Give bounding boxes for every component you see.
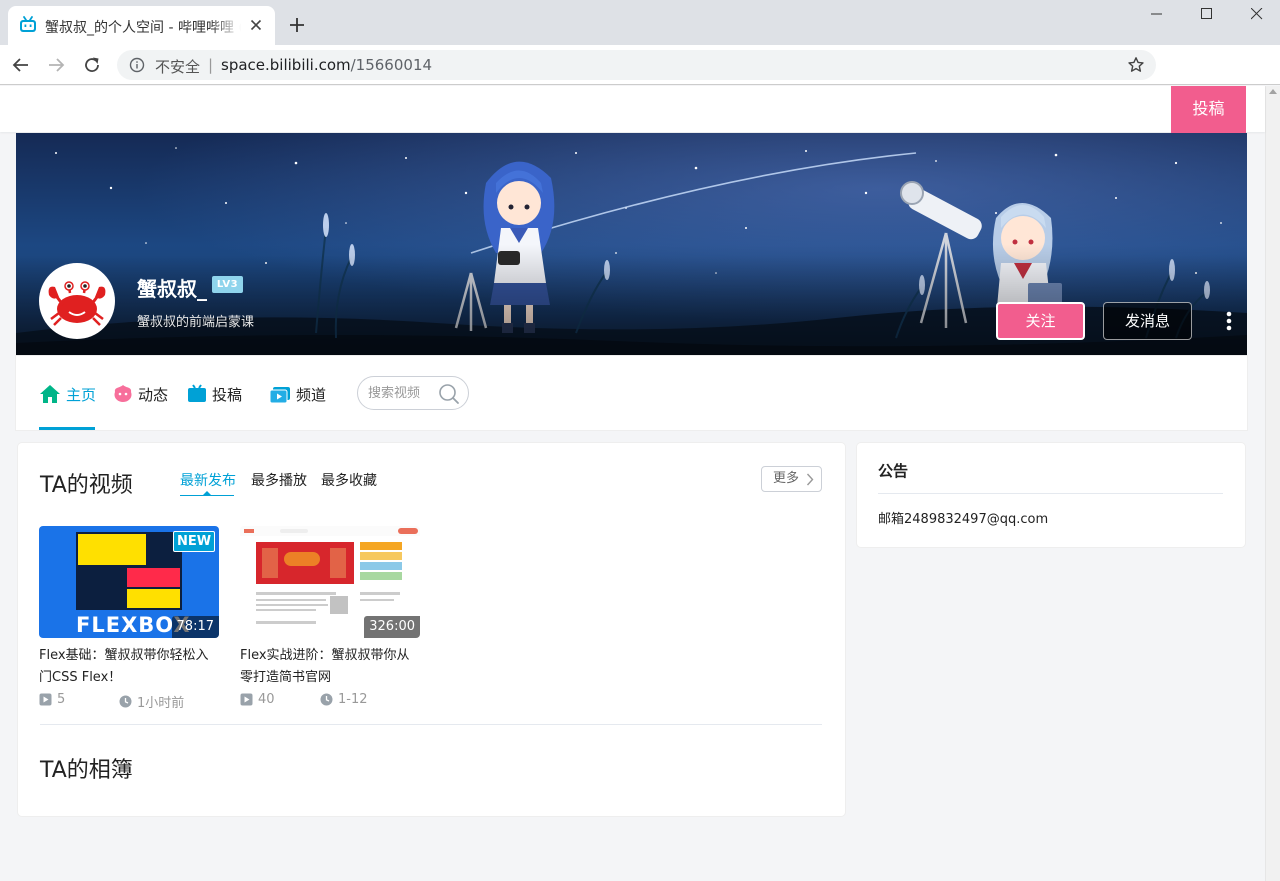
send-message-button[interactable]: 发消息 <box>1103 302 1192 340</box>
notice-text: 邮箱2489832497@qq.com <box>878 512 1049 527</box>
more-videos-button[interactable]: 更多 <box>761 466 822 492</box>
nav-item-channel[interactable]: 频道 <box>269 382 326 406</box>
tab-strip: 蟹叔叔_的个人空间 - 哔哩哔哩 ( <box>0 0 1280 45</box>
nav-item-dynamic[interactable]: 动态 <box>113 382 168 406</box>
clock-icon <box>320 693 333 706</box>
maximize-icon <box>1201 8 1212 19</box>
video-thumbnail[interactable]: FLEXBOX NEW 78:17 <box>39 526 219 638</box>
more-options-icon[interactable] <box>1222 309 1236 333</box>
video-duration: 326:00 <box>364 616 420 638</box>
bilibili-favicon-icon <box>20 16 36 32</box>
address-bar[interactable]: 不安全 | space.bilibili.com/15660014 <box>117 50 1156 80</box>
channel-icon <box>269 387 290 404</box>
clock-icon <box>119 695 132 708</box>
video-search-box <box>357 376 469 410</box>
nav-item-label: 投稿 <box>212 385 243 404</box>
active-tab-indicator <box>39 427 95 430</box>
play-count: 40 <box>240 692 275 707</box>
video-meta: 5 1小时前 <box>39 692 219 712</box>
new-badge: NEW <box>173 531 215 552</box>
bookmark-star-icon[interactable] <box>1127 56 1145 74</box>
url-separator: | <box>208 56 214 74</box>
tab-caret-icon <box>203 491 211 495</box>
avatar[interactable] <box>39 263 115 339</box>
video-title[interactable]: Flex基础：蟹叔叔带你轻松入门CSS Flex！ <box>39 645 219 689</box>
close-tab-icon[interactable] <box>246 15 266 35</box>
upload-button[interactable]: 投稿 <box>1171 86 1246 137</box>
scroll-up-arrow-icon[interactable] <box>1269 89 1277 94</box>
profile-banner: 蟹叔叔_ LV3 蟹叔叔的前端启蒙课 关注 发消息 <box>16 133 1247 356</box>
maximize-button[interactable] <box>1182 0 1232 30</box>
tab-underline <box>180 495 234 496</box>
notice-card: 公告 邮箱2489832497@qq.com <box>857 443 1245 547</box>
nav-item-label: 动态 <box>138 385 169 404</box>
tab-latest[interactable]: 最新发布 <box>180 470 236 490</box>
tab-most-played[interactable]: 最多播放 <box>251 470 307 490</box>
new-tab-icon[interactable] <box>287 15 307 35</box>
crab-avatar-icon <box>41 265 113 337</box>
video-title[interactable]: Flex实战进阶：蟹叔叔带你从零打造简书官网 <box>240 645 420 689</box>
more-label: 更多 <box>773 471 800 486</box>
user-sign: 蟹叔叔的前端启蒙课 <box>137 315 255 330</box>
play-count-value: 5 <box>57 692 66 707</box>
upload-time: 1-12 <box>320 692 368 707</box>
username: 蟹叔叔_ <box>137 277 207 301</box>
videos-card: TA的视频 最新发布 最多播放 最多收藏 更多 FLEXBOX NEW 78:1… <box>18 443 845 816</box>
tab-title: 蟹叔叔_的个人空间 - 哔哩哔哩 ( <box>45 20 241 36</box>
dynamic-icon <box>114 385 132 402</box>
info-icon[interactable] <box>129 57 145 73</box>
url-text[interactable]: space.bilibili.com/15660014 <box>221 56 432 74</box>
page-scrollbar[interactable] <box>1265 86 1280 881</box>
level-badge: LV3 <box>212 276 243 293</box>
tv-icon <box>188 384 206 402</box>
nav-item-uploads[interactable]: 投稿 <box>187 382 242 406</box>
notice-divider <box>878 493 1223 494</box>
forward-arrow-icon[interactable] <box>45 54 67 76</box>
nav-item-label: 主页 <box>66 385 97 404</box>
browser-toolbar: 不安全 | space.bilibili.com/15660014 <box>0 45 1280 85</box>
video-card[interactable]: 326:00 Flex实战进阶：蟹叔叔带你从零打造简书官网 40 1-12 <box>240 526 420 712</box>
upload-time-value: 1小时前 <box>137 696 185 711</box>
notice-title: 公告 <box>878 462 909 480</box>
album-section-title: TA的相簿 <box>40 758 133 783</box>
minimize-button[interactable] <box>1132 0 1182 30</box>
reload-icon[interactable] <box>81 54 103 76</box>
video-duration: 78:17 <box>171 616 219 638</box>
nav-item-label: 频道 <box>296 385 327 404</box>
home-icon <box>40 385 60 403</box>
chevron-right-icon <box>806 473 814 486</box>
tab-most-favorited[interactable]: 最多收藏 <box>321 470 377 490</box>
video-meta: 40 1-12 <box>240 692 420 712</box>
nav-item-home[interactable]: 主页 <box>39 382 96 406</box>
space-nav-bar: 主页 动态 投稿 频道 <box>16 356 1247 430</box>
minimize-icon <box>1151 13 1162 15</box>
close-window-icon <box>1251 8 1263 20</box>
site-top-bar <box>0 86 1265 132</box>
back-arrow-icon[interactable] <box>10 54 32 76</box>
video-search-input[interactable] <box>368 383 434 403</box>
url-host: space.bilibili.com <box>221 56 351 74</box>
play-count-value: 40 <box>258 692 275 707</box>
follow-button[interactable]: 关注 <box>996 302 1085 340</box>
search-icon[interactable] <box>438 383 460 405</box>
play-count-icon <box>39 693 52 706</box>
close-window-button[interactable] <box>1232 0 1280 30</box>
browser-tab[interactable]: 蟹叔叔_的个人空间 - 哔哩哔哩 ( <box>8 6 275 45</box>
video-thumbnail[interactable]: 326:00 <box>240 526 420 638</box>
play-count: 5 <box>39 692 65 707</box>
security-status-text: 不安全 <box>155 58 201 76</box>
videos-section-title: TA的视频 <box>40 473 133 498</box>
play-count-icon <box>240 693 253 706</box>
upload-time-value: 1-12 <box>338 692 368 707</box>
section-divider <box>40 724 822 725</box>
upload-time: 1小时前 <box>119 692 184 711</box>
video-card[interactable]: FLEXBOX NEW 78:17 Flex基础：蟹叔叔带你轻松入门CSS Fl… <box>39 526 219 712</box>
url-path: /15660014 <box>350 56 433 74</box>
